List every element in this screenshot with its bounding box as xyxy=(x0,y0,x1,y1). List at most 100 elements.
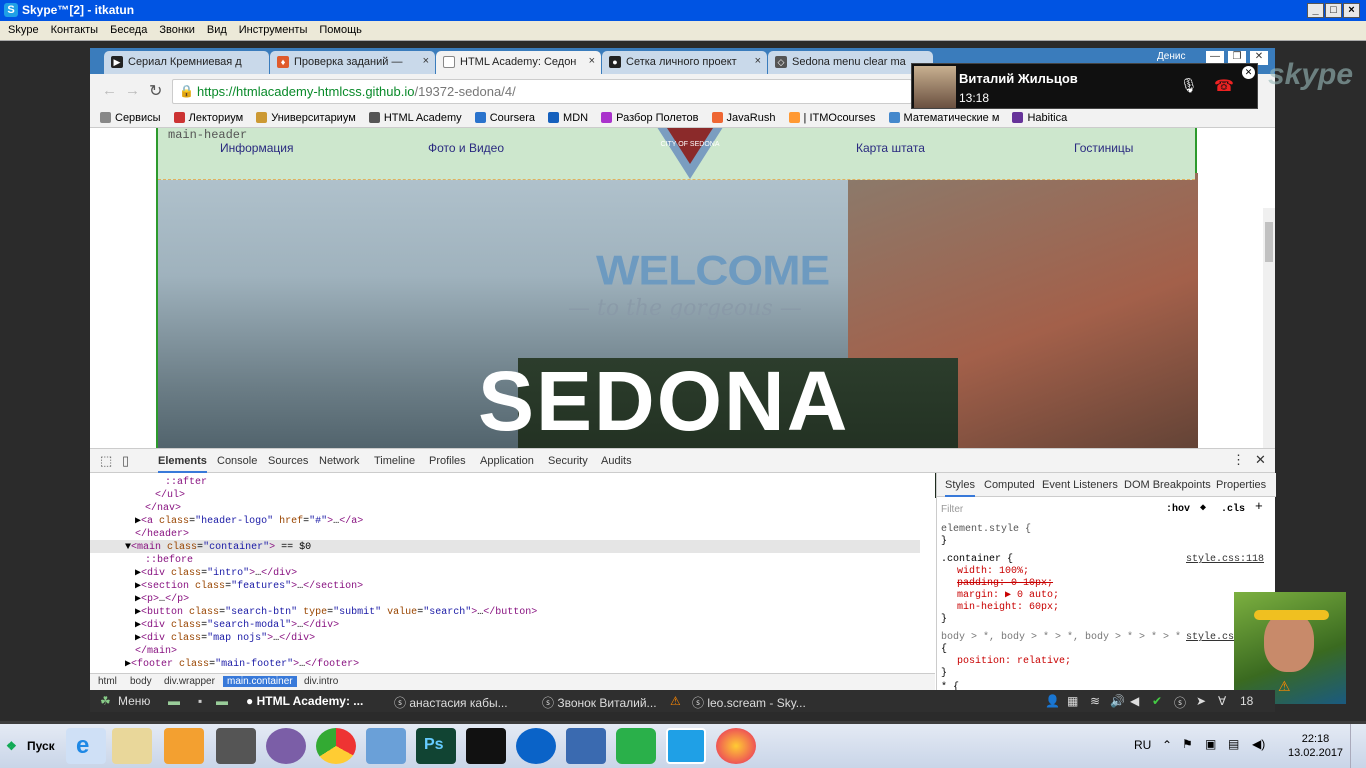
close-tab-icon[interactable]: × xyxy=(589,55,595,67)
close-tab-icon[interactable]: × xyxy=(755,55,761,67)
mic-icon[interactable]: 🎙 xyxy=(1180,77,1198,94)
cat-taskbar-icon[interactable] xyxy=(266,728,306,764)
tab-computed[interactable]: Computed xyxy=(984,479,1035,491)
dom-line[interactable]: </main> xyxy=(135,645,177,658)
speaker-icon[interactable]: ◀ xyxy=(1130,694,1139,708)
ie-taskbar-icon[interactable]: e xyxy=(66,728,106,764)
source-link[interactable]: style.css xyxy=(1186,631,1240,644)
bookmark-mdn[interactable]: MDN xyxy=(548,110,588,126)
dom-line[interactable]: ▶<div class="intro">…</div> xyxy=(135,567,297,580)
teamviewer-taskbar-icon[interactable] xyxy=(516,728,556,764)
scroll-thumb[interactable] xyxy=(1265,222,1273,262)
flag-icon[interactable]: ▦ xyxy=(1067,694,1078,708)
dom-line[interactable]: ▶<div class="map nojs">…</div> xyxy=(135,632,315,645)
menu-calls[interactable]: Звонки xyxy=(151,21,199,36)
tab-timeline[interactable]: Timeline xyxy=(374,455,415,467)
dom-line[interactable]: </nav> xyxy=(145,502,181,515)
sublime-taskbar-icon[interactable] xyxy=(216,728,256,764)
nav-info[interactable]: Информация xyxy=(220,141,293,155)
tab-security[interactable]: Security xyxy=(548,455,588,467)
tab-sources[interactable]: Sources xyxy=(268,455,308,467)
show-desktop-button[interactable] xyxy=(1350,724,1366,768)
dom-line[interactable]: </header> xyxy=(135,528,189,541)
picture-taskbar-icon[interactable] xyxy=(366,728,406,764)
minimize-button[interactable]: _ xyxy=(1307,3,1324,18)
device-tray-icon[interactable]: ▣ xyxy=(1205,737,1216,751)
dom-line[interactable]: ::after xyxy=(165,476,207,489)
address-bar[interactable]: 🔒 https://htmlacademy-htmlcss.github.io/… xyxy=(172,79,912,104)
evernote-taskbar-icon[interactable] xyxy=(616,728,656,764)
dom-line[interactable]: ▶<p>…</p> xyxy=(135,593,189,606)
styles-filter-input[interactable]: Filter xyxy=(941,503,963,516)
remote-task-call[interactable]: ⓢ Звонок Виталий... xyxy=(542,694,657,711)
bookmark-htmlacademy[interactable]: HTML Academy xyxy=(368,110,462,126)
hov-toggle[interactable]: :hov xyxy=(1166,503,1190,516)
bookmark-razbor[interactable]: Разбор Полетов xyxy=(601,110,698,126)
remote-task-skype-2[interactable]: ⓢ leo.scream - Sky... xyxy=(692,694,806,711)
crumb-main-container[interactable]: main.container xyxy=(223,676,297,687)
tab-styles[interactable]: Styles xyxy=(945,479,975,497)
nav-photo[interactable]: Фото и Видео xyxy=(428,141,504,155)
menu-help[interactable]: Помощь xyxy=(311,21,366,36)
crumb-html[interactable]: html xyxy=(98,676,117,687)
tab-elements[interactable]: Elements xyxy=(158,455,207,473)
dom-line[interactable]: ::before xyxy=(145,554,193,567)
palette-icon[interactable]: ◆ xyxy=(1200,502,1206,515)
close-devtools-icon[interactable]: ✕ xyxy=(1255,452,1266,468)
chrome-taskbar-icon[interactable] xyxy=(316,728,356,764)
remote-task-skype-1[interactable]: ⓢ анастасия кабы... xyxy=(394,694,508,711)
nav-map[interactable]: Карта штата xyxy=(856,141,925,155)
close-button[interactable]: × xyxy=(1343,3,1360,18)
prop-position[interactable]: position: relative; xyxy=(957,655,1071,668)
system-clock[interactable]: 22:18 13.02.2017 xyxy=(1288,732,1343,760)
bookmark-lectorium[interactable]: Лекториум xyxy=(173,110,243,126)
bookmark-universarium[interactable]: Университариум xyxy=(256,110,356,126)
tab-event-listeners[interactable]: Event Listeners xyxy=(1042,479,1118,491)
hangup-icon[interactable]: ☎ xyxy=(1214,76,1234,96)
tab-github[interactable]: ● Сетка личного проект × xyxy=(602,51,767,74)
bookmark-habitica[interactable]: Habitica xyxy=(1012,110,1067,126)
forward-icon[interactable]: → xyxy=(125,82,140,99)
dom-line[interactable]: ▶<section class="features">…</section> xyxy=(135,580,363,593)
network-tray-icon[interactable]: ▤ xyxy=(1228,737,1239,751)
media-taskbar-icon[interactable] xyxy=(164,728,204,764)
more-menu-icon[interactable]: ⋮ xyxy=(1232,452,1245,468)
wifi-icon[interactable]: ≋ xyxy=(1090,694,1100,708)
reload-icon[interactable]: ↻ xyxy=(149,81,162,101)
dom-line[interactable]: ▶<button class="search-btn" type="submit… xyxy=(135,606,537,619)
tray-expand-icon[interactable]: ⌃ xyxy=(1162,738,1172,752)
skype-taskbar-icon[interactable] xyxy=(666,728,706,764)
device-icon[interactable]: ▯ xyxy=(122,453,129,469)
crumb-wrapper[interactable]: div.wrapper xyxy=(164,676,215,687)
bookmark-javarush[interactable]: JavaRush xyxy=(711,110,775,126)
prop-min-height[interactable]: min-height: 60px; xyxy=(957,601,1059,614)
menu-contacts[interactable]: Контакты xyxy=(43,21,103,36)
dom-line[interactable]: ▶<a class="header-logo" href="#">…</a> xyxy=(135,515,363,528)
vpn-icon[interactable]: ∀ xyxy=(1218,694,1226,708)
back-icon[interactable]: ← xyxy=(102,82,117,99)
menu-tools[interactable]: Инструменты xyxy=(231,21,312,36)
terminal-icon[interactable]: ▪ xyxy=(198,694,202,708)
telegram-icon[interactable]: ➤ xyxy=(1196,694,1206,708)
remote-app-icon[interactable]: ▬ xyxy=(168,694,180,708)
volume-tray-icon[interactable]: ◀) xyxy=(1252,737,1265,751)
source-link[interactable]: style.css:118 xyxy=(1186,553,1264,566)
bookmark-itmo[interactable]: | ITMOcourses xyxy=(788,110,875,126)
tab-dom-breakpoints[interactable]: DOM Breakpoints xyxy=(1124,479,1211,491)
bookmark-coursera[interactable]: Coursera xyxy=(474,110,535,126)
inspect-icon[interactable]: ⬚ xyxy=(100,453,112,469)
tab-codepen[interactable]: ◇ Sedona menu clear ma xyxy=(768,51,933,74)
tab-application[interactable]: Application xyxy=(480,455,534,467)
menu-conversation[interactable]: Беседа xyxy=(102,21,151,36)
cmd-taskbar-icon[interactable] xyxy=(466,728,506,764)
close-call-popup-icon[interactable]: ✕ xyxy=(1242,66,1255,79)
add-rule-icon[interactable]: + xyxy=(1255,500,1263,513)
remote-task-chrome[interactable]: ● HTML Academy: ... xyxy=(246,694,363,708)
bookmark-math[interactable]: Математические м xyxy=(888,110,999,126)
volume-icon[interactable]: 🔊 xyxy=(1110,694,1125,708)
dom-line-selected[interactable]: ▼<main class="container"> == $0 xyxy=(125,541,311,554)
mint-menu-icon[interactable]: ☘ xyxy=(100,694,111,708)
close-tab-icon[interactable]: × xyxy=(423,55,429,67)
start-button[interactable]: ❖ Пуск xyxy=(2,732,60,760)
tab-profiles[interactable]: Profiles xyxy=(429,455,466,467)
